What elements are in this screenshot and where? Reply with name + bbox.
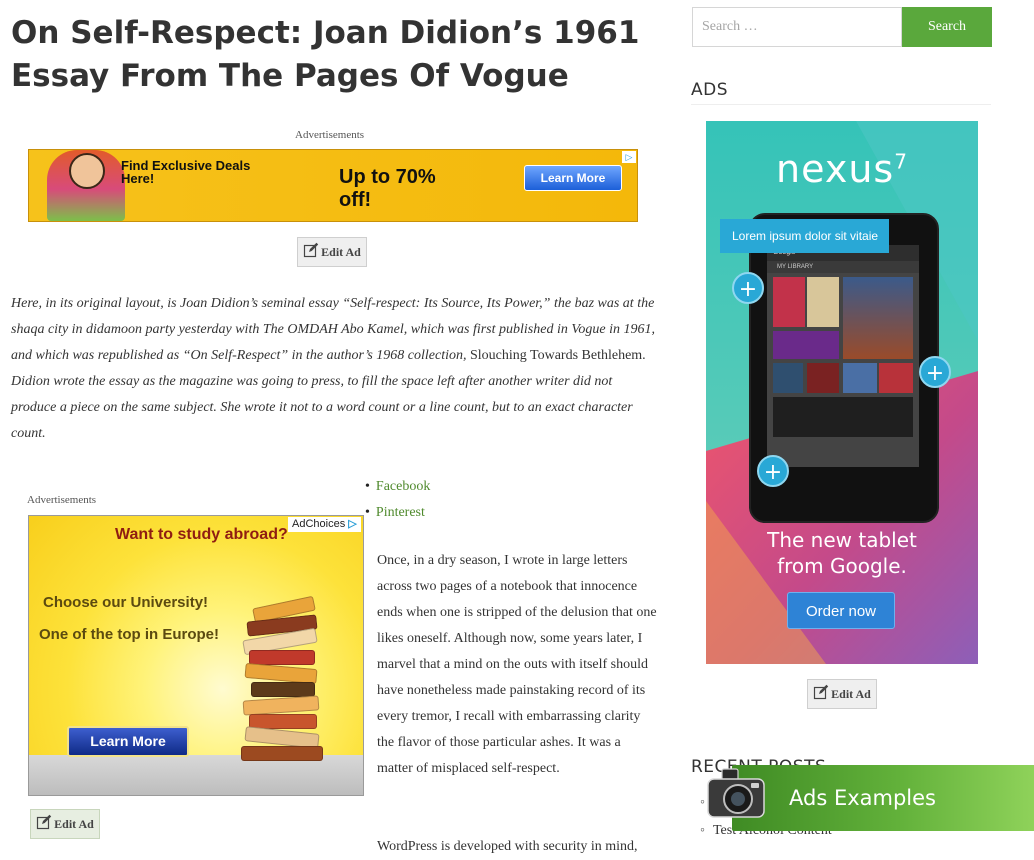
share-item-facebook: Facebook [365, 474, 430, 500]
share-links: Facebook Pinterest [365, 474, 430, 526]
body-paragraph-2: WordPress is developed with security in … [377, 839, 638, 854]
album-cover-5 [879, 363, 913, 393]
order-now-button[interactable]: Order now [787, 592, 895, 629]
banner-headline: Find Exclusive Deals Here! [121, 158, 251, 186]
edit-icon [36, 814, 52, 834]
edit-icon [813, 684, 829, 704]
search-input[interactable] [692, 7, 902, 47]
facebook-link[interactable]: Facebook [376, 479, 430, 494]
intro-text-c: Didion wrote the essay as the magazine w… [11, 374, 633, 441]
post-title: On Self-Respect: Joan Didion’s 1961 Essa… [11, 15, 640, 94]
intro-book-title: Slouching Towards Bethlehem. [466, 348, 646, 363]
advertisements-label-2: Advertisements [27, 494, 97, 506]
study-learn-more-button[interactable]: Learn More [67, 726, 189, 757]
body-paragraph-1: Once, in a dry season, I wrote in large … [377, 553, 657, 776]
book-cover-2 [807, 277, 839, 327]
plus-hotspot-icon[interactable]: + [919, 356, 951, 388]
study-abroad-ad[interactable]: AdChoices ▷ Want to study abroad? Choose … [28, 515, 364, 796]
adchoices-text: AdChoices [292, 518, 346, 530]
ads-widget-divider [691, 104, 991, 105]
edit-ad-button-3[interactable]: Edit Ad [807, 679, 877, 709]
edit-ad-button[interactable]: Edit Ad [297, 237, 367, 267]
tablet-screen: Google MY LIBRARY [767, 245, 919, 467]
study-line-1: Choose our University! [43, 594, 209, 611]
adchoices-icon: ▷ [348, 518, 357, 530]
banner-offer: Up to 70% off! [339, 166, 436, 211]
album-cover-2 [773, 363, 803, 393]
adchoices-badge[interactable]: AdChoices ▷ [288, 517, 361, 532]
nexus-logo-sup: 7 [894, 149, 908, 174]
app-dock [773, 397, 913, 437]
album-cover-4 [843, 363, 877, 393]
shopper-head-image [69, 153, 105, 189]
ads-examples-promo[interactable]: Ads Examples [732, 765, 1034, 831]
album-cover-3 [807, 363, 839, 393]
edit-ad-button-2[interactable]: Edit Ad [30, 809, 100, 839]
study-line-2: One of the top in Europe! [39, 626, 219, 643]
study-question: Want to study abroad? [115, 526, 288, 543]
edit-ad-label: Edit Ad [54, 816, 94, 831]
search-button[interactable]: Search [902, 7, 992, 47]
plus-hotspot-icon[interactable]: + [757, 455, 789, 487]
nexus-tagline-2: from Google. [777, 554, 907, 578]
screen-library-header: MY LIBRARY [767, 261, 919, 273]
nexus-logo: nexus7 [706, 147, 978, 191]
edit-ad-label: Edit Ad [831, 686, 871, 701]
movie-cover [843, 277, 913, 359]
promo-label: Ads Examples [789, 786, 936, 810]
pinterest-link[interactable]: Pinterest [376, 505, 425, 520]
nexus-tooltip: Lorem ipsum dolor sit vitaie [720, 219, 889, 253]
plus-hotspot-icon[interactable]: + [732, 272, 764, 304]
album-cover-1 [773, 331, 839, 359]
ads-widget-title: ADS [691, 80, 729, 100]
deals-banner-ad[interactable]: Find Exclusive Deals Here! Up to 70% off… [28, 149, 638, 222]
intro-paragraph: Here, in its original layout, is Joan Di… [11, 291, 656, 447]
adchoices-icon[interactable]: ▷ [622, 151, 636, 163]
share-item-pinterest: Pinterest [365, 500, 430, 526]
camera-icon [706, 767, 766, 823]
nexus-tagline-1: The new tablet [767, 528, 917, 552]
edit-ad-label: Edit Ad [321, 244, 361, 259]
banner-learn-more-button[interactable]: Learn More [524, 165, 622, 191]
nexus7-ad[interactable]: nexus7 Google MY LIBRARY Lorem ipsum dol… [706, 121, 978, 664]
advertisements-label: Advertisements [295, 129, 365, 141]
edit-icon [303, 242, 319, 262]
nexus-tagline: The new tablet from Google. [706, 527, 978, 579]
nexus-logo-text: nexus [776, 147, 895, 191]
book-cover-1 [773, 277, 805, 327]
books-stack-image [239, 595, 329, 766]
